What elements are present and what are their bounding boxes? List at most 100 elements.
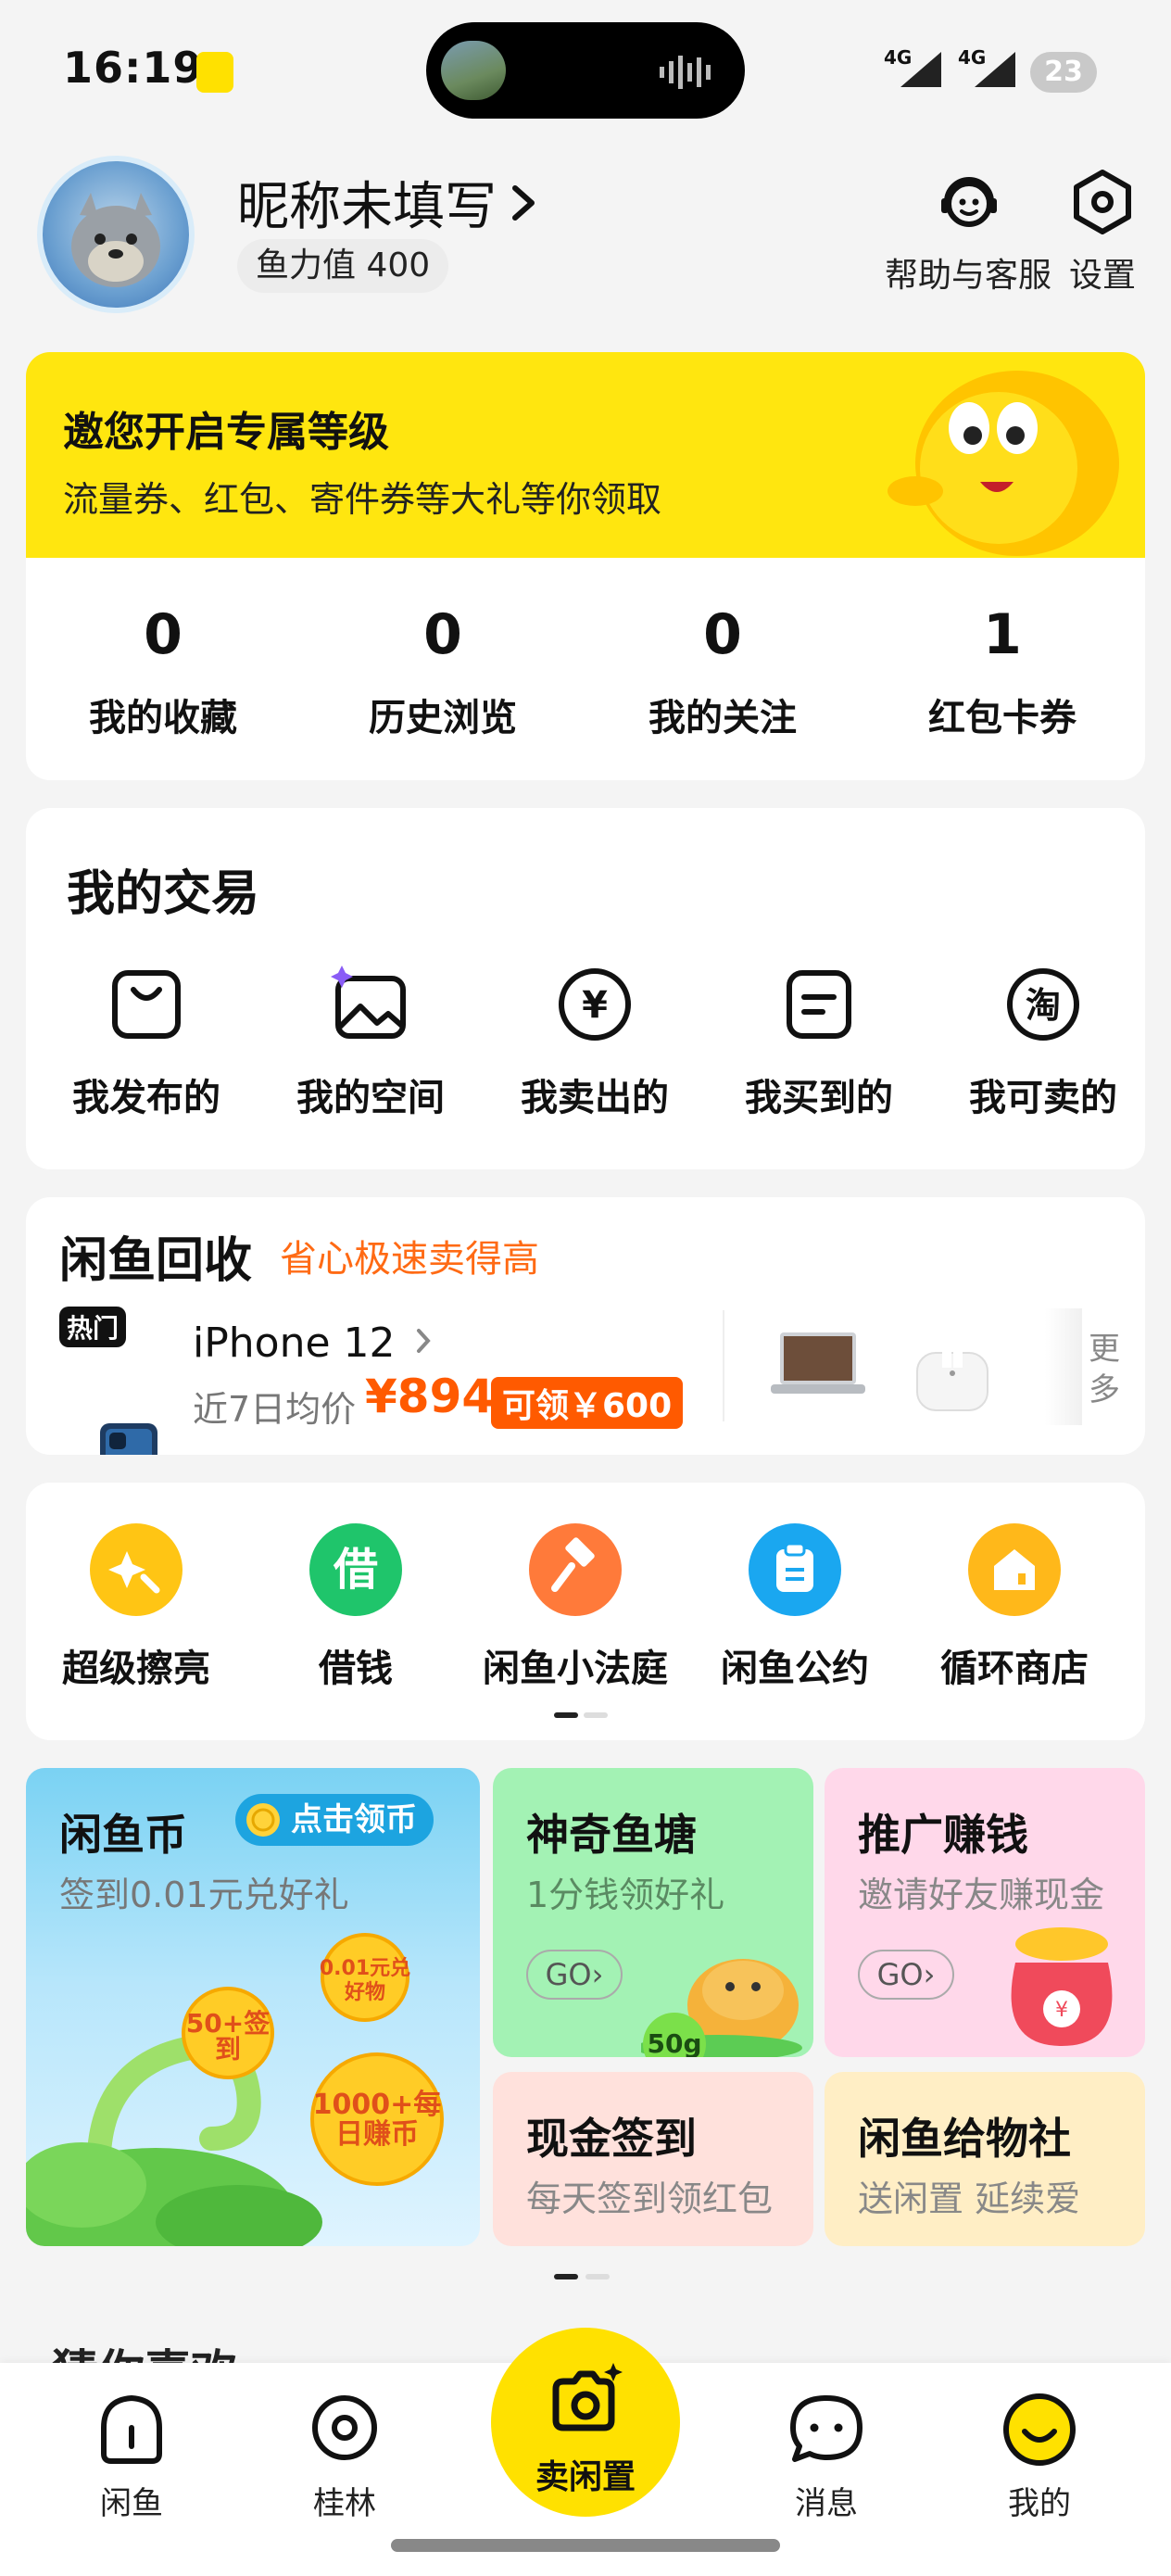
borrow-icon: 借 [309, 1523, 402, 1616]
tab-label: 闲鱼 [100, 2485, 163, 2522]
tile-subtitle: 送闲置 延续爱 [858, 2178, 1081, 2219]
stat-value: 0 [423, 602, 462, 667]
tab-mine[interactable]: 我的 [975, 2391, 1104, 2523]
give-club-tile[interactable]: 闲鱼给物社 送闲置 延续爱 [825, 2072, 1145, 2246]
service-borrow[interactable]: 借 借钱 [249, 1523, 462, 1692]
app-notification-icon [196, 52, 233, 93]
tab-home[interactable]: 闲鱼 [67, 2391, 196, 2523]
trade-sold[interactable]: ¥ 我卖出的 [493, 966, 697, 1121]
cash-signin-tile[interactable]: 现金签到 每天签到领红包 [493, 2072, 813, 2246]
go-button[interactable]: GO› [526, 1950, 623, 2000]
trade-label: 我可卖的 [969, 1077, 1117, 1119]
product-name: iPhone 12 [193, 1320, 396, 1367]
nickname: 昵称未填写 [237, 177, 497, 237]
svg-text:淘: 淘 [1026, 985, 1061, 1026]
sell-idle-button[interactable]: 卖闲置 [491, 2328, 680, 2517]
recycle-slogan: 省心极速卖得高 [280, 1238, 539, 1281]
settings-button[interactable]: 设置 [1056, 167, 1149, 297]
tile-subtitle: 1分钱领好礼 [526, 1875, 725, 1915]
coin-label-3: 1000+每日赚币 [312, 2089, 442, 2151]
avatar[interactable] [37, 156, 195, 313]
promote-earn-tile[interactable]: 推广赚钱 邀请好友赚现金 GO› ¥ [825, 1768, 1145, 2057]
page-indicator [586, 2274, 610, 2279]
store-icon [968, 1523, 1061, 1616]
message-icon [790, 2395, 863, 2462]
service-convention[interactable]: 闲鱼公约 [688, 1523, 901, 1692]
divider [723, 1310, 724, 1421]
coin-label-2: 50+签到 [185, 2008, 271, 2065]
image-icon [331, 966, 406, 1039]
tile-title: 现金签到 [526, 2114, 697, 2164]
magic-pond-tile[interactable]: 神奇鱼塘 1分钱领好礼 GO› 50g [493, 1768, 813, 2057]
sell-idle-label: 卖闲置 [535, 2458, 636, 2496]
stat-value: 0 [703, 602, 742, 667]
more-fade [1045, 1308, 1082, 1425]
home-indicator [391, 2539, 780, 2552]
nickname-row[interactable]: 昵称未填写 [237, 165, 539, 240]
vip-subtitle: 流量券、红包、寄件券等大礼等你领取 [63, 479, 662, 520]
macbook-image[interactable] [767, 1323, 869, 1412]
help-service-button[interactable]: 帮助与客服 [862, 167, 1075, 297]
hot-tag: 热门 [59, 1307, 127, 1347]
gavel-icon [529, 1523, 622, 1616]
svg-text:¥: ¥ [582, 984, 608, 1027]
bag-icon [112, 970, 181, 1039]
my-trades-card: 我的交易 我发布的 我的空间 ¥ 我卖出的 我买到的 淘 我可卖的 [26, 808, 1145, 1169]
trade-label: 我发布的 [72, 1077, 220, 1119]
service-label: 超级擦亮 [62, 1648, 210, 1690]
tile-title: 神奇鱼塘 [526, 1810, 697, 1860]
fish-mascot-icon [888, 371, 1119, 556]
claim-coin-button[interactable]: 点击领币 [235, 1794, 434, 1846]
coin-label-1: 0.01元兑好物 [319, 1957, 411, 2004]
stats-card: 0 我的收藏 0 历史浏览 0 我的关注 1 红包卡券 [26, 558, 1145, 780]
services-card: 超级擦亮 借 借钱 闲鱼小法庭 闲鱼公约 循环商店 [26, 1483, 1145, 1740]
service-recycle-store[interactable]: 循环商店 [908, 1523, 1121, 1692]
trade-sellable[interactable]: 淘 我可卖的 [941, 966, 1145, 1121]
claim-coin-label: 点击领币 [291, 1801, 417, 1838]
airpods-image[interactable] [906, 1316, 999, 1418]
stat-history[interactable]: 0 历史浏览 [322, 602, 563, 741]
go-button[interactable]: GO› [858, 1950, 954, 2000]
clipboard-icon [749, 1523, 841, 1616]
service-label: 借钱 [319, 1648, 393, 1690]
chevron-right-icon [417, 1329, 431, 1353]
trade-label: 我买到的 [745, 1077, 893, 1119]
settings-hex-icon [1074, 170, 1131, 234]
camera-sparkle-icon [552, 2363, 623, 2431]
stat-coupons[interactable]: 1 红包卡券 [882, 602, 1123, 741]
trade-bought[interactable]: 我买到的 [717, 966, 921, 1121]
recycle-title[interactable]: 闲鱼回收 [59, 1221, 252, 1291]
stat-label: 历史浏览 [369, 697, 517, 739]
fish-coin-tile[interactable]: 闲鱼币 签到0.01元兑好礼 点击领币 0.01元兑好物 50+签到 1000+… [26, 1768, 480, 2246]
yuan-icon: ¥ [559, 968, 631, 1041]
signal-icon [975, 52, 1015, 87]
help-service-label: 帮助与客服 [884, 257, 1051, 295]
chevron-right-icon [512, 184, 535, 221]
stat-following[interactable]: 0 我的关注 [602, 602, 843, 741]
service-super-polish[interactable]: 超级擦亮 [30, 1523, 243, 1692]
service-court[interactable]: 闲鱼小法庭 [469, 1523, 682, 1692]
fish-power-badge[interactable]: 鱼力值 400 [237, 239, 449, 293]
receipt-icon [787, 970, 851, 1039]
avg-price: ¥894 [365, 1370, 495, 1423]
trade-space[interactable]: 我的空间 [269, 966, 472, 1121]
coupon-tag: 可领￥600 [491, 1377, 684, 1429]
tab-label: 桂林 [313, 2485, 376, 2522]
my-trades-title: 我的交易 [67, 866, 260, 922]
stat-favorites[interactable]: 0 我的收藏 [43, 602, 283, 741]
recycle-more-link[interactable]: 更多 [1086, 1329, 1123, 1410]
stat-label: 我的收藏 [89, 697, 237, 739]
recycle-product-iphone[interactable]: 热门 iPhone 12 近7日均价 ¥894 可领￥600 [26, 1299, 693, 1455]
tab-nearby[interactable]: 桂林 [280, 2391, 409, 2523]
tab-messages[interactable]: 消息 [762, 2391, 891, 2523]
service-label: 闲鱼小法庭 [483, 1648, 668, 1690]
vip-level-banner[interactable]: 邀您开启专属等级 流量券、红包、寄件券等大礼等你领取 [26, 352, 1145, 558]
smiley-icon [1003, 2393, 1076, 2466]
tile-subtitle: 每天签到领红包 [526, 2178, 774, 2219]
recycle-card: 闲鱼回收 省心极速卖得高 热门 iPhone 12 近7日均价 ¥894 可领￥… [26, 1197, 1145, 1455]
tile-title: 推广赚钱 [858, 1810, 1028, 1860]
page-indicator-active [554, 1712, 578, 1718]
page-indicator-active [554, 2274, 578, 2279]
home-fish-icon [101, 2394, 162, 2464]
trade-published[interactable]: 我发布的 [44, 966, 248, 1121]
